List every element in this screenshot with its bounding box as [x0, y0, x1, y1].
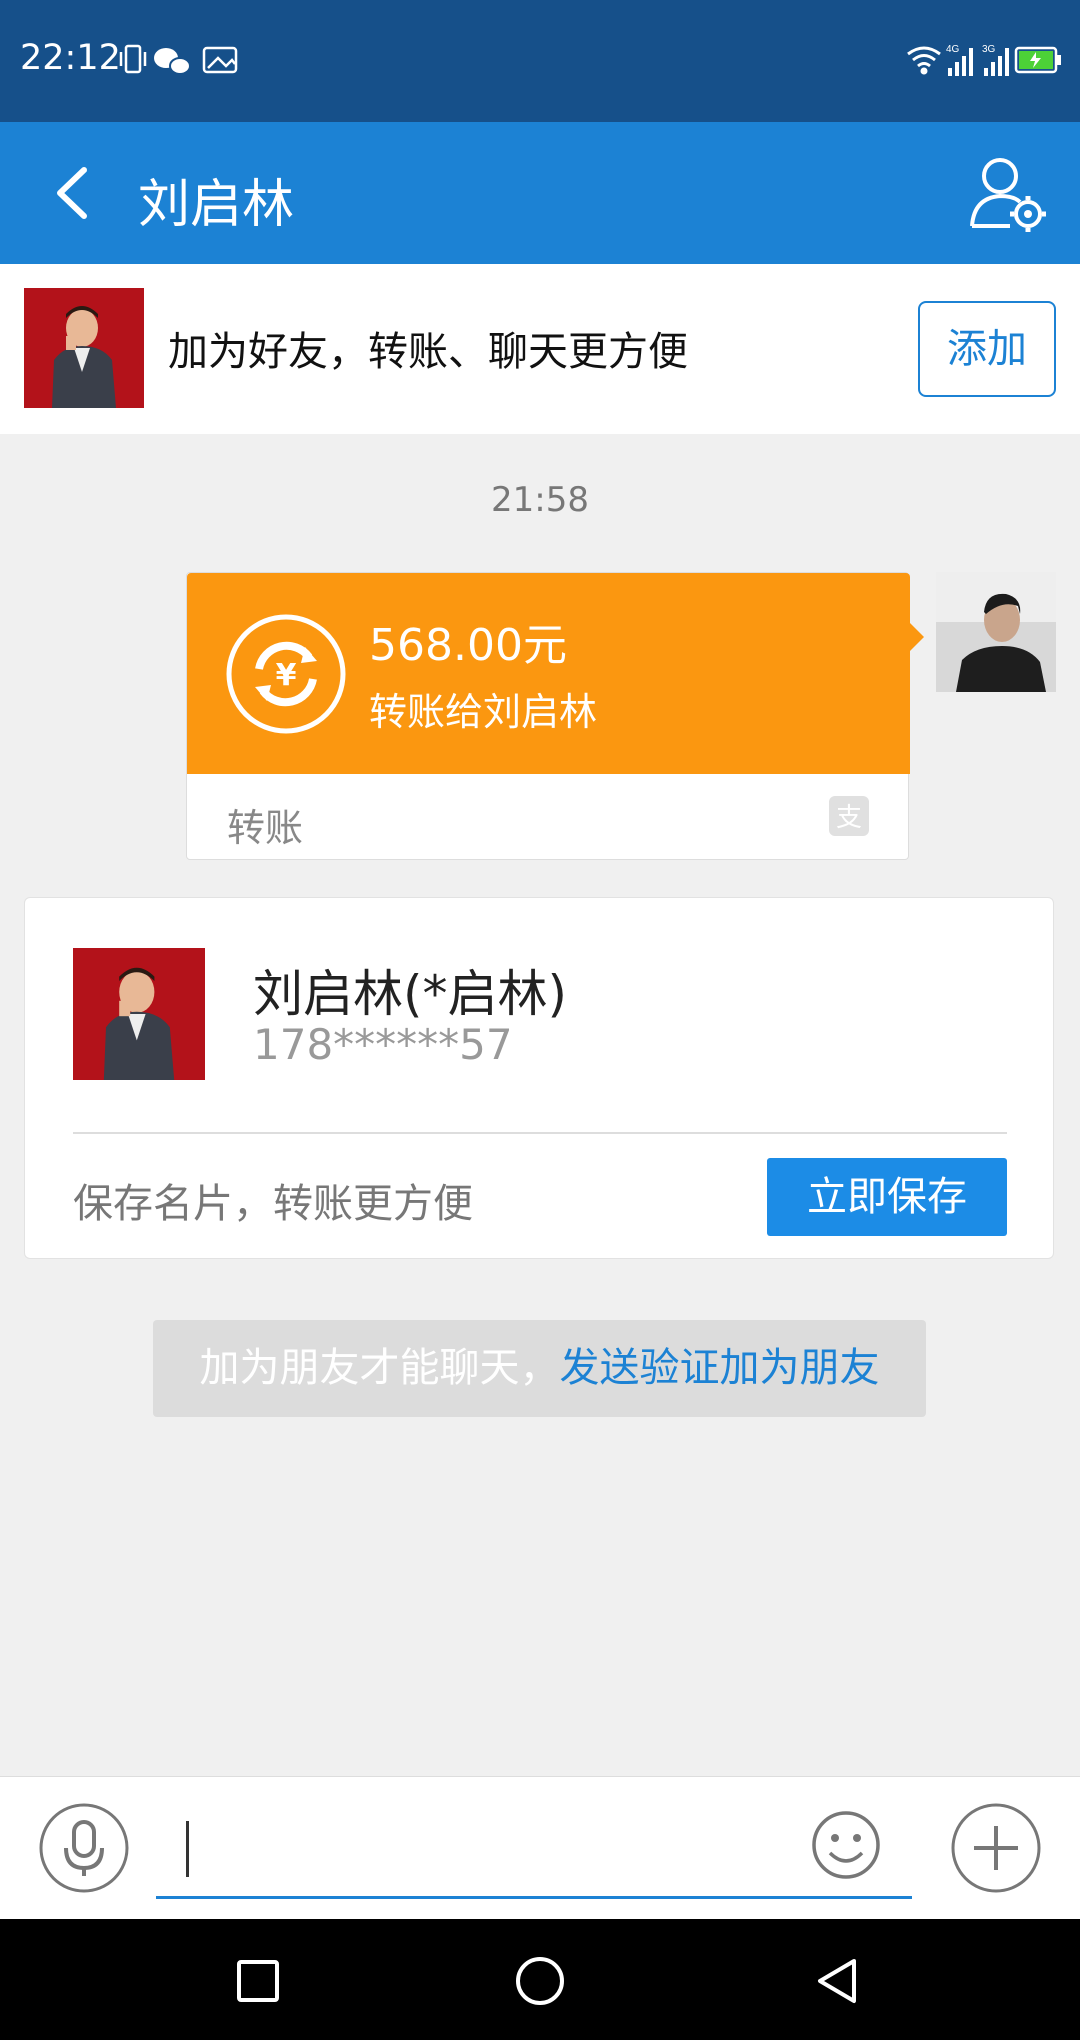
battery-icon — [1014, 46, 1061, 74]
notice-text: 加为朋友才能聊天， — [199, 1345, 560, 1391]
system-notice: 加为朋友才能聊天，发送验证加为朋友 — [153, 1320, 926, 1417]
plus-icon — [951, 1803, 1041, 1893]
home-icon[interactable] — [515, 1956, 565, 2006]
signal-4g-icon: 4G — [946, 44, 973, 76]
contact-card: 刘启林(*启林) 178******57 保存名片，转账更方便 立即保存 — [24, 897, 1054, 1259]
save-card-hint: 保存名片，转账更方便 — [73, 1181, 473, 1227]
add-friend-prompt: 加为好友，转账、聊天更方便 — [168, 329, 688, 375]
title-bar: 刘启林 — [0, 122, 1080, 264]
svg-text:3G: 3G — [982, 44, 996, 55]
send-verification-link[interactable]: 发送验证加为朋友 — [560, 1345, 880, 1391]
person-settings-icon — [970, 158, 1046, 232]
my-avatar[interactable] — [936, 572, 1056, 692]
avatar-photo — [24, 288, 144, 408]
status-system-icons: 4G 3G — [907, 44, 1061, 76]
microphone-icon — [39, 1803, 129, 1893]
voice-button[interactable] — [38, 1802, 130, 1894]
image-icon — [202, 46, 238, 74]
system-navigation-bar — [0, 1919, 1080, 2040]
message-timestamp: 21:58 — [491, 480, 589, 520]
status-bar: 22:12 4G 3G — [0, 0, 1080, 122]
emoji-button[interactable] — [810, 1809, 882, 1881]
transfer-message[interactable]: ¥ 568.00元 转账给刘启林 转账 支 — [186, 572, 924, 860]
text-cursor — [186, 1821, 189, 1877]
input-bar — [0, 1776, 1080, 1919]
avatar-photo — [73, 948, 205, 1080]
avatar-photo — [936, 572, 1056, 692]
smiley-icon — [812, 1811, 880, 1879]
yuan-refresh-icon: ¥ — [226, 614, 346, 734]
add-friend-button[interactable]: 添加 — [918, 301, 1056, 397]
chat-settings-button[interactable] — [964, 150, 1054, 238]
contact-name: 刘启林(*启林) — [253, 965, 568, 1023]
svg-text:¥: ¥ — [276, 658, 297, 693]
vibrate-icon — [119, 44, 147, 74]
wechat-icon — [154, 48, 191, 75]
signal-3g-icon: 3G — [982, 44, 1009, 76]
back-button[interactable] — [40, 152, 120, 234]
transfer-description: 转账给刘启林 — [369, 690, 598, 734]
chevron-left-icon — [57, 167, 87, 219]
back-triangle-icon[interactable] — [814, 1957, 860, 2005]
recent-apps-icon[interactable] — [236, 1959, 280, 2003]
status-notification-icons — [119, 44, 238, 75]
page-title: 刘启林 — [138, 175, 295, 235]
transfer-amount: 568.00元 — [369, 620, 567, 671]
contact-card-avatar[interactable] — [73, 948, 205, 1080]
status-time: 22:12 — [20, 38, 121, 78]
message-input[interactable] — [156, 1896, 912, 1899]
svg-text:支: 支 — [836, 803, 862, 833]
transfer-type-label: 转账 — [227, 806, 304, 850]
more-actions-button[interactable] — [950, 1802, 1042, 1894]
alipay-icon: 支 — [829, 796, 869, 836]
contact-avatar[interactable] — [24, 288, 144, 408]
bubble-tail — [908, 621, 924, 653]
contact-phone: 178******57 — [253, 1020, 513, 1069]
chat-screen: 22:12 4G 3G 刘启林 加为好友，转账、聊天更方便 添加 21:58 ¥… — [0, 0, 1080, 2040]
add-friend-banner: 加为好友，转账、聊天更方便 添加 — [0, 264, 1080, 434]
save-contact-button[interactable]: 立即保存 — [767, 1158, 1007, 1236]
svg-text:4G: 4G — [946, 44, 960, 55]
wifi-icon — [907, 46, 941, 75]
divider — [73, 1132, 1007, 1134]
transfer-header: ¥ 568.00元 转账给刘启林 — [187, 573, 910, 774]
